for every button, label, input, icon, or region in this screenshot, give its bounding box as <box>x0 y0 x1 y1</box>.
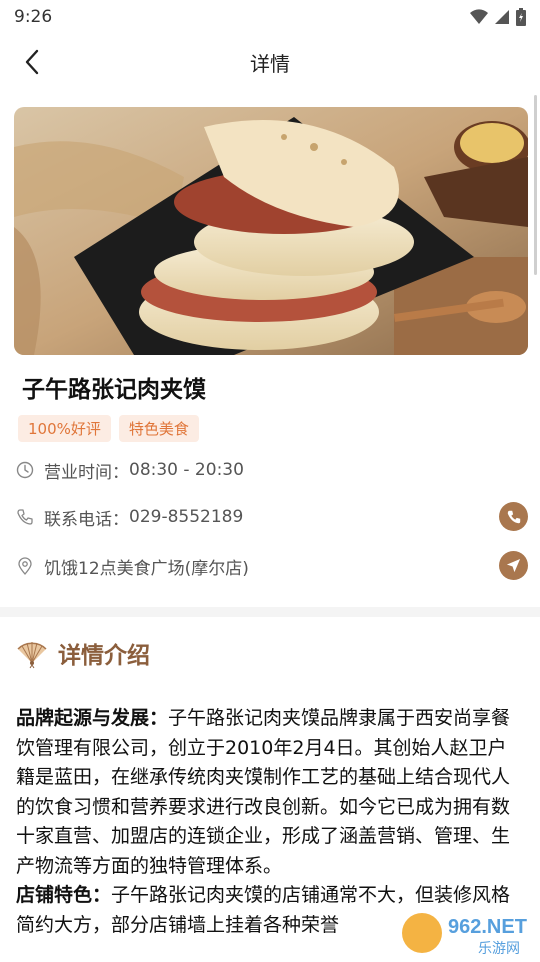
address-row: 饥饿12点美食广场(摩尔店) <box>16 546 528 586</box>
scrollbar[interactable] <box>534 95 537 275</box>
paragraph-text: 子午路张记肉夹馍品牌隶属于西安尚享餐饮管理有限公司，创立于2010年2月4日。其… <box>16 707 511 877</box>
phone-outline-icon <box>17 509 33 525</box>
section-divider <box>0 607 540 617</box>
phone-icon <box>507 510 520 523</box>
roujiamo-photo <box>14 107 528 355</box>
paragraph-heading: 店铺特色： <box>16 884 112 906</box>
page-title: 详情 <box>250 51 290 76</box>
phone-value: 029-8552189 <box>129 507 244 527</box>
back-button[interactable] <box>12 42 52 82</box>
watermark-logo: 962.NET 乐游网 <box>400 908 536 958</box>
chevron-left-icon <box>25 49 39 75</box>
status-bar: 9:26 <box>0 0 540 34</box>
details-article: 品牌起源与发展：子午路张记肉夹馍品牌隶属于西安尚享餐饮管理有限公司，创立于201… <box>16 704 524 940</box>
store-photo <box>14 107 528 355</box>
navigate-button[interactable] <box>499 551 528 580</box>
wifi-icon <box>470 9 488 24</box>
details-header: 详情介绍 <box>16 636 150 670</box>
paragraph-heading: 品牌起源与发展： <box>16 707 169 729</box>
article-paragraph: 品牌起源与发展：子午路张记肉夹馍品牌隶属于西安尚享餐饮管理有限公司，创立于201… <box>16 704 524 881</box>
signal-icon <box>495 10 509 24</box>
phone-label: 联系电话： <box>44 509 129 530</box>
status-icons <box>470 8 526 26</box>
phone-row: 联系电话： 029-8552189 <box>16 497 528 537</box>
store-tags: 100%好评 特色美食 <box>18 415 199 442</box>
navigation-arrow-icon <box>506 558 521 573</box>
nav-bar: 详情 <box>0 34 540 90</box>
battery-icon <box>516 8 526 26</box>
watermark-brand: 962.NET <box>448 916 527 938</box>
hours-label: 营业时间： <box>44 462 129 483</box>
clock-icon <box>16 461 34 479</box>
details-title: 详情介绍 <box>58 643 150 669</box>
fan-icon <box>17 642 47 669</box>
status-time: 9:26 <box>14 7 53 27</box>
location-pin-icon <box>18 557 32 575</box>
store-name: 子午路张记肉夹馍 <box>22 377 206 403</box>
hours-row: 营业时间： 08:30 - 20:30 <box>16 450 528 490</box>
tag-specialty: 特色美食 <box>118 415 199 442</box>
tag-rating: 100%好评 <box>18 415 111 442</box>
watermark-sub: 乐游网 <box>478 941 520 957</box>
address-text: 饥饿12点美食广场(摩尔店) <box>44 558 249 579</box>
hours-value: 08:30 - 20:30 <box>129 460 244 480</box>
call-button[interactable] <box>499 502 528 531</box>
